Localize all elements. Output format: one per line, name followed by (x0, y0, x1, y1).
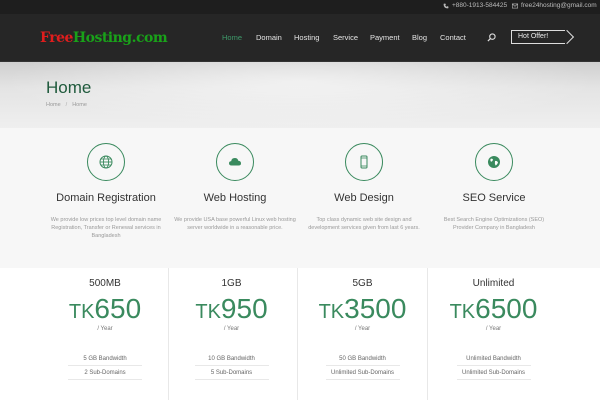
nav-hosting[interactable]: Hosting (294, 33, 333, 42)
price-amount: 950 (220, 293, 268, 324)
plan-5gb[interactable]: 5GB TK3500 / Year 50 GB Bandwidth Unlimi… (297, 268, 427, 400)
plan-1gb[interactable]: 1GB TK950 / Year 10 GB Bandwidth 5 Sub-D… (168, 268, 294, 400)
price-amount: 6500 (475, 293, 538, 324)
page-title-band: Home (0, 62, 600, 128)
plan-500mb[interactable]: 500MB TK650 / Year 5 GB Bandwidth 2 Sub-… (42, 268, 168, 400)
phone-icon (443, 3, 449, 8)
feature-item: Unlimited Sub-Domains (325, 366, 400, 380)
main-header: FreeHosting.com Home Domain Hosting Serv… (0, 14, 600, 62)
breadcrumb-current: Home (72, 102, 87, 108)
hot-offer-button[interactable]: Hot Offer! (511, 30, 565, 44)
currency-symbol: TK (68, 301, 95, 323)
feature-list: 5 GB Bandwidth 2 Sub-Domains (42, 352, 168, 380)
feature-item: 2 Sub-Domains (68, 366, 142, 380)
globe-grid-icon (99, 155, 113, 169)
service-domain-registration[interactable]: Domain Registration We provide low price… (41, 143, 171, 240)
earth-icon (488, 156, 500, 168)
feature-item: Unlimited Sub-Domains (456, 366, 531, 380)
phone-number: +880-1913-584425 (452, 2, 508, 9)
feature-item: 50 GB Bandwidth (325, 352, 400, 366)
breadcrumb-separator: / (65, 102, 68, 108)
plan-unlimited[interactable]: Unlimited TK6500 / Year Unlimited Bandwi… (427, 268, 559, 400)
service-icon-circle (216, 143, 254, 181)
service-title: Web Design (334, 192, 394, 204)
service-icon-circle (345, 143, 383, 181)
pricing-section: 500MB TK650 / Year 5 GB Bandwidth 2 Sub-… (0, 268, 600, 400)
main-nav: Home Domain Hosting Service Payment Blog… (222, 33, 470, 42)
feature-list: 10 GB Bandwidth 5 Sub-Domains (169, 352, 294, 380)
service-icon-circle (87, 143, 125, 181)
nav-contact[interactable]: Contact (440, 33, 470, 42)
feature-item: Unlimited Bandwidth (456, 352, 531, 366)
plan-price: TK6500 (428, 293, 559, 325)
cloud-icon (229, 158, 241, 166)
feature-item: 5 GB Bandwidth (68, 352, 142, 366)
nav-service[interactable]: Service (333, 33, 370, 42)
site-logo[interactable]: FreeHosting.com (40, 30, 168, 46)
plan-price: TK650 (42, 293, 168, 325)
service-title: SEO Service (462, 192, 526, 204)
plan-name: 5GB (352, 278, 373, 289)
price-amount: 3500 (344, 293, 407, 324)
email-contact[interactable]: free24hosting@gmail.com (512, 2, 597, 9)
plan-name: 1GB (221, 278, 242, 289)
service-title: Domain Registration (56, 192, 156, 204)
logo-part-hosting: Hosting.com (72, 30, 168, 46)
currency-symbol: TK (449, 301, 476, 323)
plan-price: TK3500 (298, 293, 427, 325)
nav-home[interactable]: Home (222, 33, 256, 42)
currency-symbol: TK (318, 301, 345, 323)
plan-price: TK950 (169, 293, 294, 325)
nav-blog[interactable]: Blog (412, 33, 440, 42)
phone-contact[interactable]: +880-1913-584425 (443, 2, 507, 9)
billing-period: / Year (97, 326, 113, 332)
service-seo[interactable]: SEO Service Best Search Engine Optimizat… (429, 143, 559, 240)
service-description: Best Search Engine Optimizations (SEO) P… (443, 217, 545, 231)
nav-payment[interactable]: Payment (370, 33, 412, 42)
feature-item: 10 GB Bandwidth (194, 352, 269, 366)
mobile-icon (360, 155, 368, 169)
email-address: free24hosting@gmail.com (521, 2, 597, 9)
feature-item: 5 Sub-Domains (194, 366, 269, 380)
price-amount: 650 (94, 293, 142, 324)
envelope-icon (512, 3, 518, 8)
breadcrumb-home-link[interactable]: Home (46, 102, 61, 108)
feature-list: 50 GB Bandwidth Unlimited Sub-Domains (298, 352, 427, 380)
top-bar: +880-1913-584425 free24hosting@gmail.com (0, 0, 600, 14)
service-description: Top class dynamic web site design and de… (308, 217, 420, 231)
service-icon-circle (475, 143, 513, 181)
service-description: We provide USA base powerful Linux web h… (174, 217, 296, 231)
service-title: Web Hosting (203, 192, 267, 204)
service-web-design[interactable]: Web Design Top class dynamic web site de… (299, 143, 429, 240)
feature-list: Unlimited Bandwidth Unlimited Sub-Domain… (428, 352, 559, 380)
plan-name: Unlimited (472, 278, 515, 289)
search-icon[interactable] (487, 33, 496, 42)
plan-name: 500MB (89, 278, 121, 289)
breadcrumb: Home / Home (46, 102, 87, 108)
billing-period: / Year (223, 326, 240, 332)
service-web-hosting[interactable]: Web Hosting We provide USA base powerful… (170, 143, 300, 240)
logo-part-free: Free (40, 30, 73, 46)
nav-domain[interactable]: Domain (256, 33, 294, 42)
billing-period: / Year (354, 326, 371, 332)
services-section: Domain Registration We provide low price… (0, 128, 600, 268)
page-title: Home (46, 78, 92, 97)
billing-period: / Year (485, 326, 502, 332)
currency-symbol: TK (195, 301, 221, 323)
service-description: We provide low prices top level domain n… (50, 217, 162, 239)
